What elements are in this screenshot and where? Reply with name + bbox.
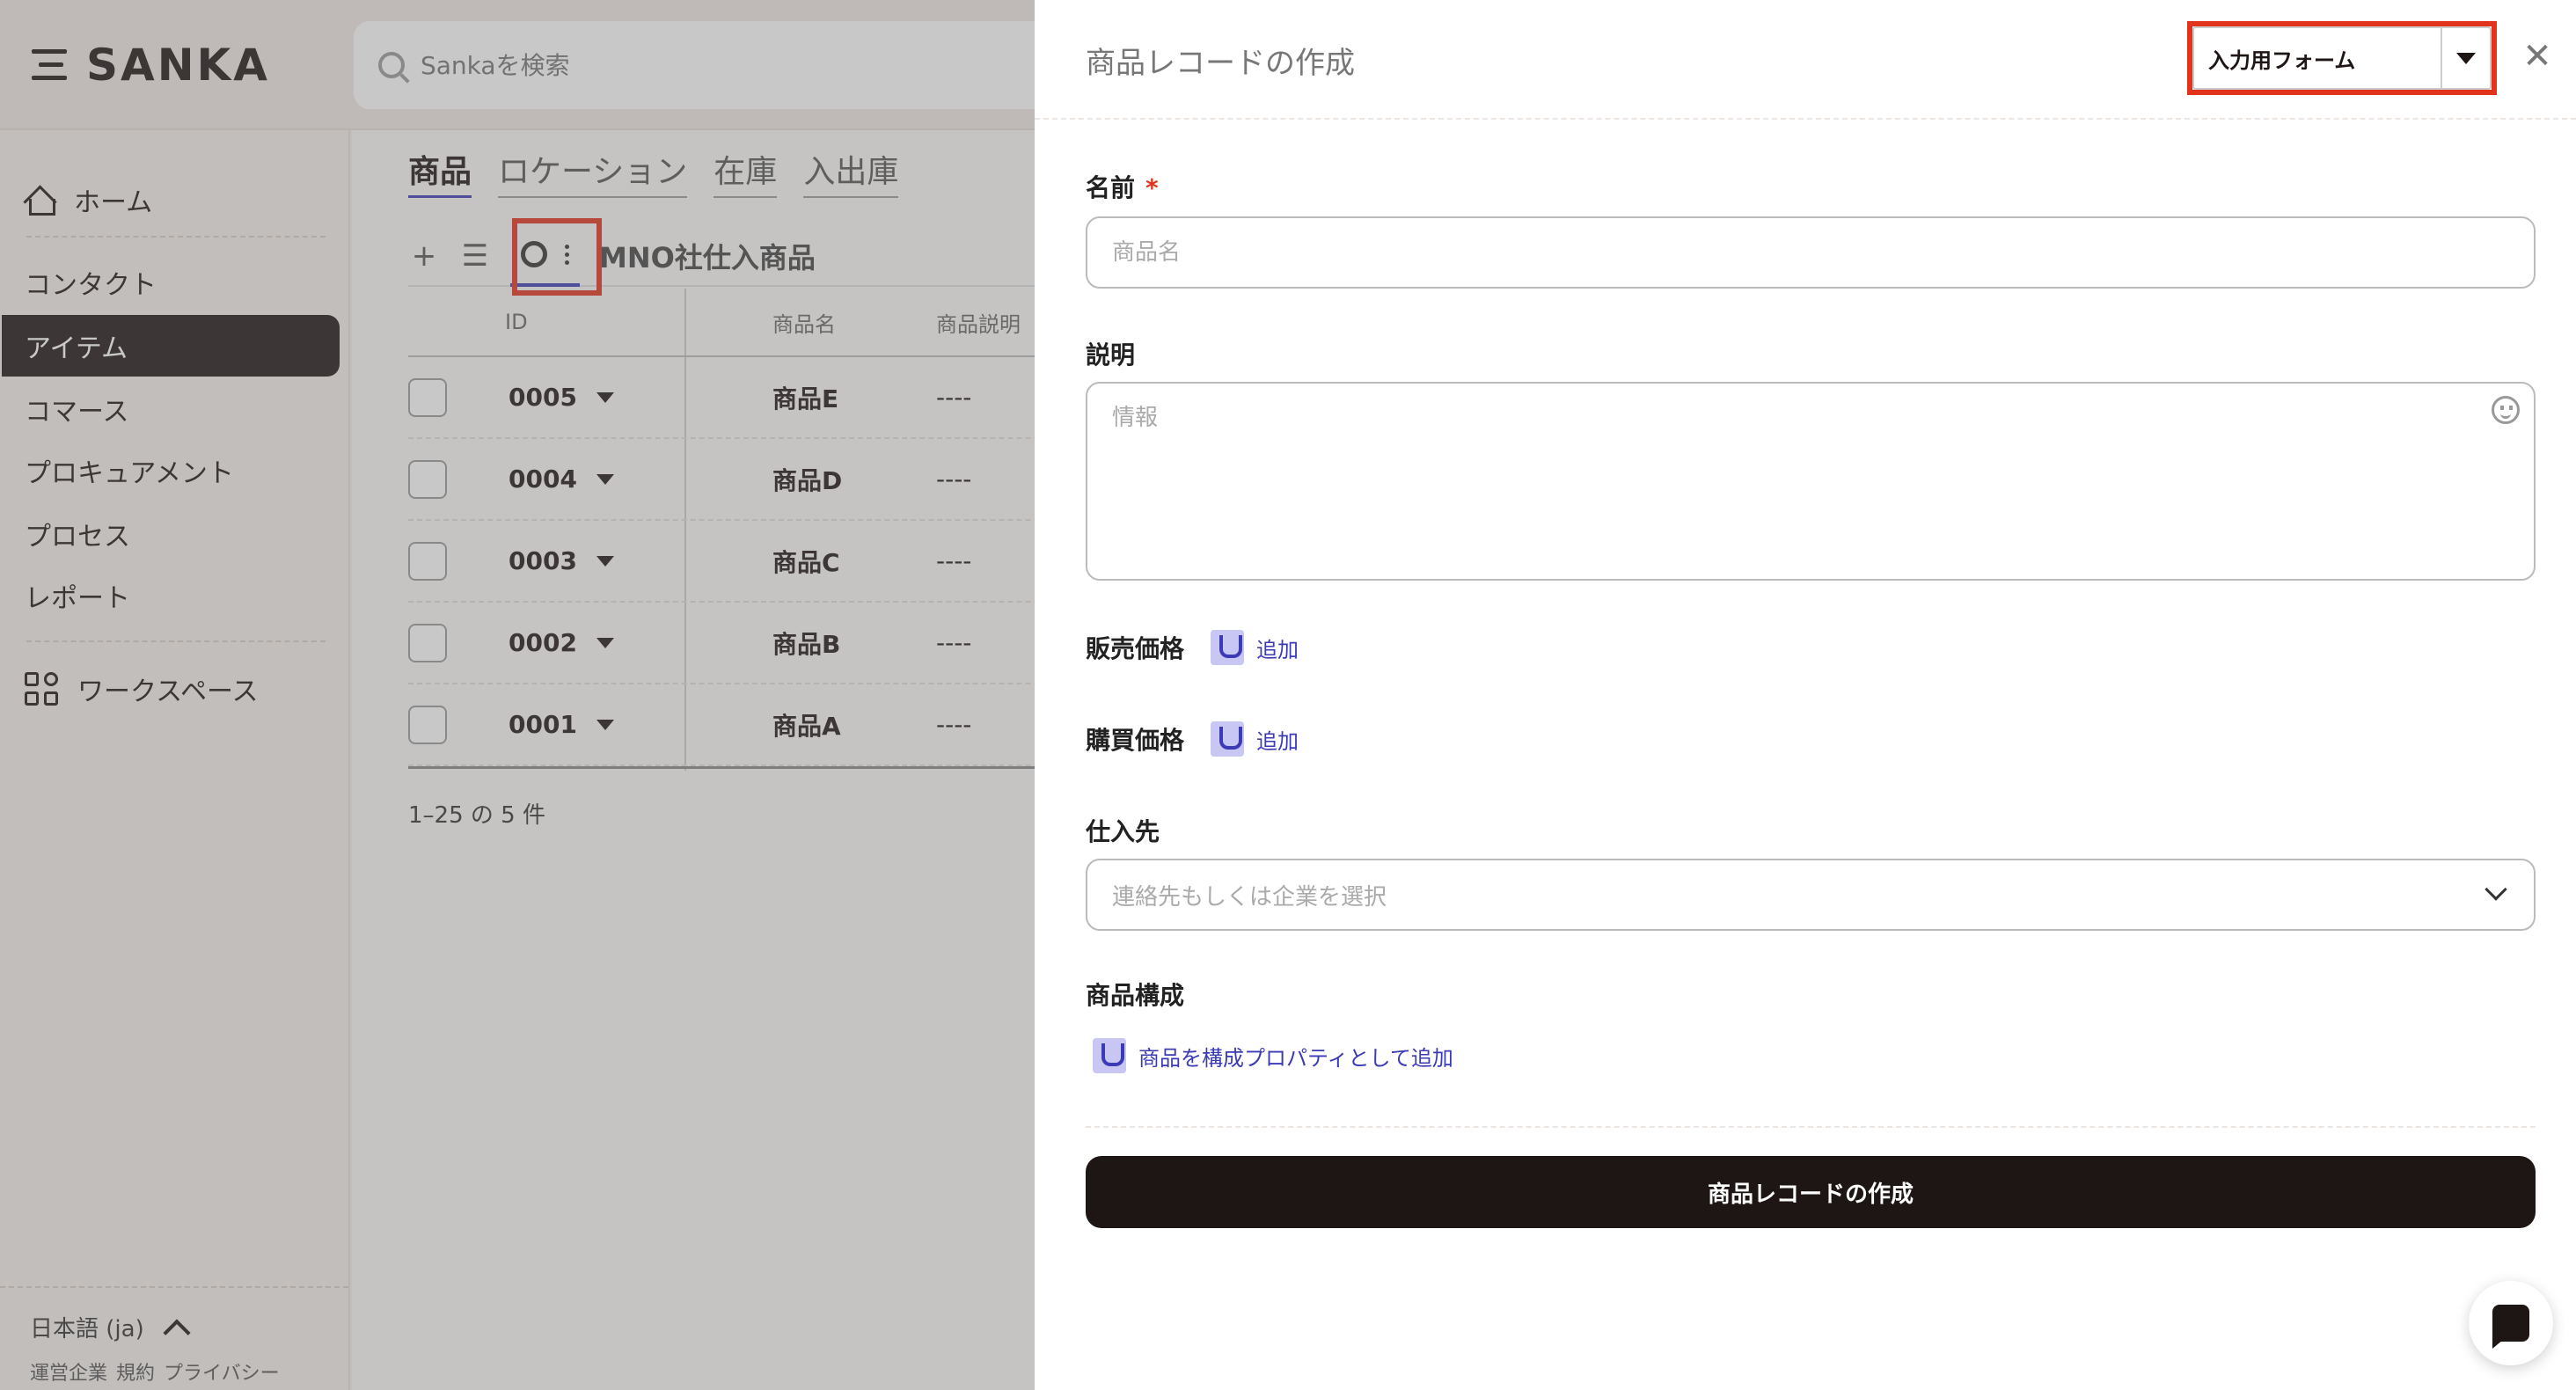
create-record-button[interactable]: 商品レコードの作成: [1086, 1156, 2536, 1228]
add-property-icon[interactable]: [1093, 1038, 1126, 1073]
purchase-price-label: 購買価格: [1086, 726, 1185, 755]
supplier-select[interactable]: 連絡先もしくは企業を選択: [1086, 859, 2536, 931]
modal-overlay[interactable]: [0, 0, 1035, 1390]
close-icon[interactable]: ✕: [2520, 39, 2555, 74]
form-divider: [1086, 1126, 2536, 1128]
description-label: 説明: [1086, 340, 1136, 369]
name-input[interactable]: [1086, 216, 2536, 289]
chat-icon: [2492, 1305, 2529, 1349]
create-record-panel: 商品レコードの作成 入力用フォーム ✕ 名前 * 説明 販売価格 追加 購買価格 …: [1035, 0, 2576, 1390]
sale-price-row: 販売価格 追加: [1086, 630, 1299, 665]
add-property-icon[interactable]: [1211, 721, 1245, 757]
purchase-price-row: 購買価格 追加: [1086, 721, 1299, 757]
sale-price-add-link[interactable]: 追加: [1256, 633, 1299, 663]
purchase-price-add-link[interactable]: 追加: [1256, 724, 1299, 755]
add-property-icon[interactable]: [1211, 630, 1245, 665]
composition-label: 商品構成: [1086, 981, 1185, 1010]
name-label-text: 名前: [1086, 173, 1136, 202]
sale-price-label: 販売価格: [1086, 634, 1185, 663]
panel-header: 商品レコードの作成 入力用フォーム ✕: [1035, 0, 2576, 120]
chat-button[interactable]: [2469, 1281, 2553, 1365]
composition-row: 商品を構成プロパティとして追加: [1093, 1038, 1453, 1073]
required-mark: *: [1145, 173, 1159, 202]
chevron-down-icon: [2485, 878, 2507, 901]
description-textarea[interactable]: [1086, 382, 2536, 581]
highlight-box: [2187, 21, 2497, 95]
composition-add-link[interactable]: 商品を構成プロパティとして追加: [1138, 1041, 1453, 1072]
name-label: 名前 *: [1086, 169, 1159, 204]
supplier-label: 仕入先: [1086, 817, 1160, 846]
panel-title: 商品レコードの作成: [1086, 46, 1355, 81]
emoji-icon[interactable]: [2492, 396, 2520, 424]
supplier-placeholder: 連絡先もしくは企業を選択: [1112, 883, 1387, 911]
